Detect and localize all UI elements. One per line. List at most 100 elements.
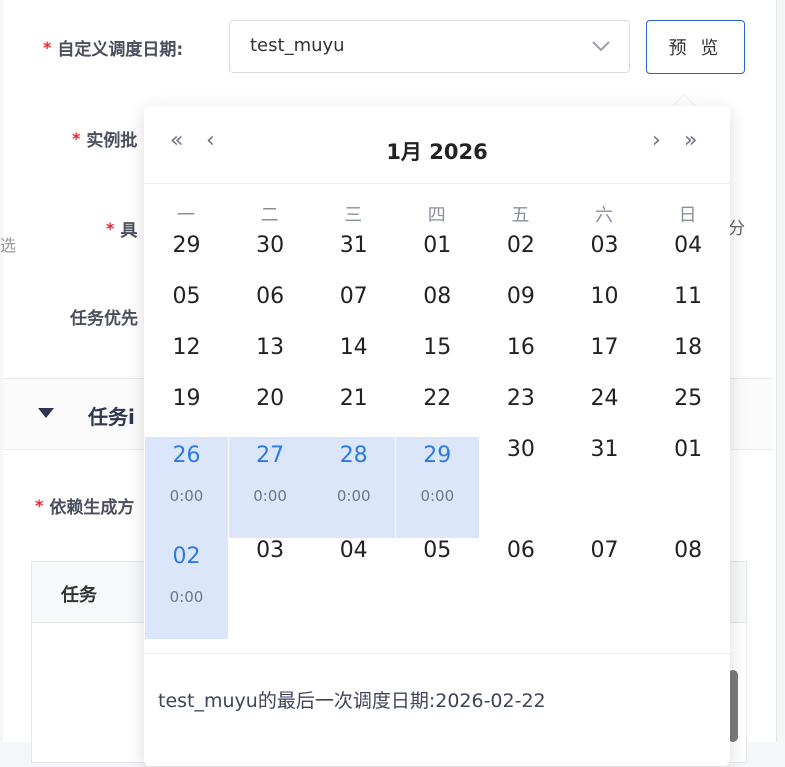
day-number: 08 <box>423 284 452 309</box>
day-time: 0:00 <box>420 487 455 505</box>
calendar-day[interactable]: 04 <box>312 538 395 578</box>
calendar-day[interactable]: 20 <box>229 386 312 426</box>
calendar-day[interactable]: 29 0:00 <box>395 437 479 538</box>
day-number: 15 <box>423 335 452 360</box>
calendar-day[interactable]: 01 <box>647 437 730 477</box>
calendar-day[interactable]: 08 <box>647 538 730 578</box>
day-number: 24 <box>590 386 619 411</box>
day-number: 13 <box>256 335 285 360</box>
calendar-day[interactable]: 08 <box>396 284 479 324</box>
calendar-day[interactable]: 14 <box>312 335 395 375</box>
next-year-icon[interactable]: » <box>684 130 697 152</box>
date-picker-popup: « ‹ 1月 2026 › » 一 二 三 四 五 六 日 29 30 31 01 02 03 04 05… <box>144 106 730 766</box>
calendar-day[interactable]: 09 <box>479 284 562 324</box>
weekday-label: 二 <box>260 205 279 226</box>
calendar-day[interactable]: 12 <box>145 335 228 375</box>
calendar-day[interactable]: 24 <box>563 386 646 426</box>
day-number: 30 <box>256 233 285 258</box>
calendar-day[interactable]: 03 <box>229 538 312 578</box>
last-schedule-text: test_muyu的最后一次调度日期:2026-02-22 <box>158 690 546 712</box>
day-number: 16 <box>506 335 535 360</box>
calendar-day[interactable]: 23 <box>479 386 562 426</box>
calendar-day[interactable]: 05 <box>145 284 228 324</box>
dependency-label: * 依赖生成方 <box>35 493 134 518</box>
calendar-day[interactable]: 05 <box>396 538 479 578</box>
instance-label: * 实例批 <box>72 126 137 151</box>
chevron-down-icon <box>592 41 610 52</box>
preview-button[interactable]: 预 览 <box>646 20 745 74</box>
calendar-day[interactable]: 31 <box>563 437 646 477</box>
calendar-day[interactable]: 30 <box>479 437 562 477</box>
calendar-day[interactable]: 06 <box>229 284 312 324</box>
calendar-day[interactable]: 07 <box>563 538 646 578</box>
calendar-day[interactable]: 29 <box>145 233 228 273</box>
next-month-icon[interactable]: › <box>652 130 661 152</box>
calendar-day[interactable]: 02 0:00 <box>145 538 228 639</box>
calendar-day[interactable]: 21 <box>312 386 395 426</box>
day-number: 27 <box>256 443 285 468</box>
weekday-label: 日 <box>678 205 697 226</box>
specific-label-text: 具 <box>120 221 138 241</box>
calendar-day[interactable]: 22 <box>396 386 479 426</box>
day-number: 10 <box>590 284 619 309</box>
calendar-day[interactable]: 02 <box>479 233 562 273</box>
day-number: 03 <box>590 233 619 258</box>
caret-down-icon <box>38 408 54 418</box>
calendar-day[interactable]: 15 <box>396 335 479 375</box>
weekday-label: 三 <box>344 205 363 226</box>
dependency-label-text: 依赖生成方 <box>49 498 135 518</box>
calendar-day[interactable]: 27 0:00 <box>228 437 312 538</box>
calendar-day[interactable]: 25 <box>647 386 730 426</box>
day-number: 09 <box>506 284 535 309</box>
schedule-date-select[interactable]: test_muyu <box>229 20 630 73</box>
specific-label: * 具 <box>106 216 137 241</box>
required-mark: * <box>35 496 44 515</box>
day-number: 22 <box>423 386 452 411</box>
calendar-day[interactable]: 17 <box>563 335 646 375</box>
calendar-header: « ‹ 1月 2026 › » <box>144 106 730 184</box>
calendar-day[interactable]: 18 <box>647 335 730 375</box>
calendar-day[interactable]: 31 <box>312 233 395 273</box>
day-number: 06 <box>256 284 285 309</box>
day-number: 07 <box>590 538 619 563</box>
calendar-day[interactable]: 26 0:00 <box>145 437 228 538</box>
day-number: 30 <box>506 437 535 462</box>
right-edge-text: 分 <box>728 219 745 239</box>
calendar-day[interactable]: 16 <box>479 335 562 375</box>
required-mark: * <box>72 129 81 148</box>
day-number: 08 <box>674 538 703 563</box>
day-number: 02 <box>172 544 201 569</box>
calendar-day[interactable]: 13 <box>229 335 312 375</box>
day-time: 0:00 <box>336 487 371 505</box>
calendar-day[interactable]: 10 <box>563 284 646 324</box>
calendar-day[interactable]: 19 <box>145 386 228 426</box>
day-number: 17 <box>590 335 619 360</box>
calendar-day[interactable]: 03 <box>563 233 646 273</box>
calendar-day[interactable]: 30 <box>229 233 312 273</box>
calendar-day[interactable]: 06 <box>479 538 562 578</box>
day-number: 11 <box>674 284 703 309</box>
day-number: 20 <box>256 386 285 411</box>
day-number: 05 <box>423 538 452 563</box>
day-number: 29 <box>423 443 452 468</box>
priority-label-text: 任务优先 <box>70 309 138 329</box>
day-number: 18 <box>674 335 703 360</box>
day-number: 29 <box>172 233 201 258</box>
calendar-day[interactable]: 04 <box>647 233 730 273</box>
calendar-day[interactable]: 11 <box>647 284 730 324</box>
priority-label: 任务优先 <box>70 304 138 329</box>
column-header-task: 任务 <box>61 585 97 606</box>
calendar-day[interactable]: 01 <box>396 233 479 273</box>
calendar-day[interactable]: 07 <box>312 284 395 324</box>
select-value: test_muyu <box>250 35 345 56</box>
schedule-date-label-text: 自定义调度日期: <box>57 40 184 60</box>
weekday-label: 四 <box>427 205 446 226</box>
day-number: 04 <box>339 538 368 563</box>
required-mark: * <box>106 219 115 238</box>
calendar-day[interactable]: 28 0:00 <box>312 437 396 538</box>
day-number: 25 <box>674 386 703 411</box>
day-number: 01 <box>674 437 703 462</box>
day-number: 04 <box>674 233 703 258</box>
day-number: 26 <box>172 443 201 468</box>
day-number: 05 <box>172 284 201 309</box>
